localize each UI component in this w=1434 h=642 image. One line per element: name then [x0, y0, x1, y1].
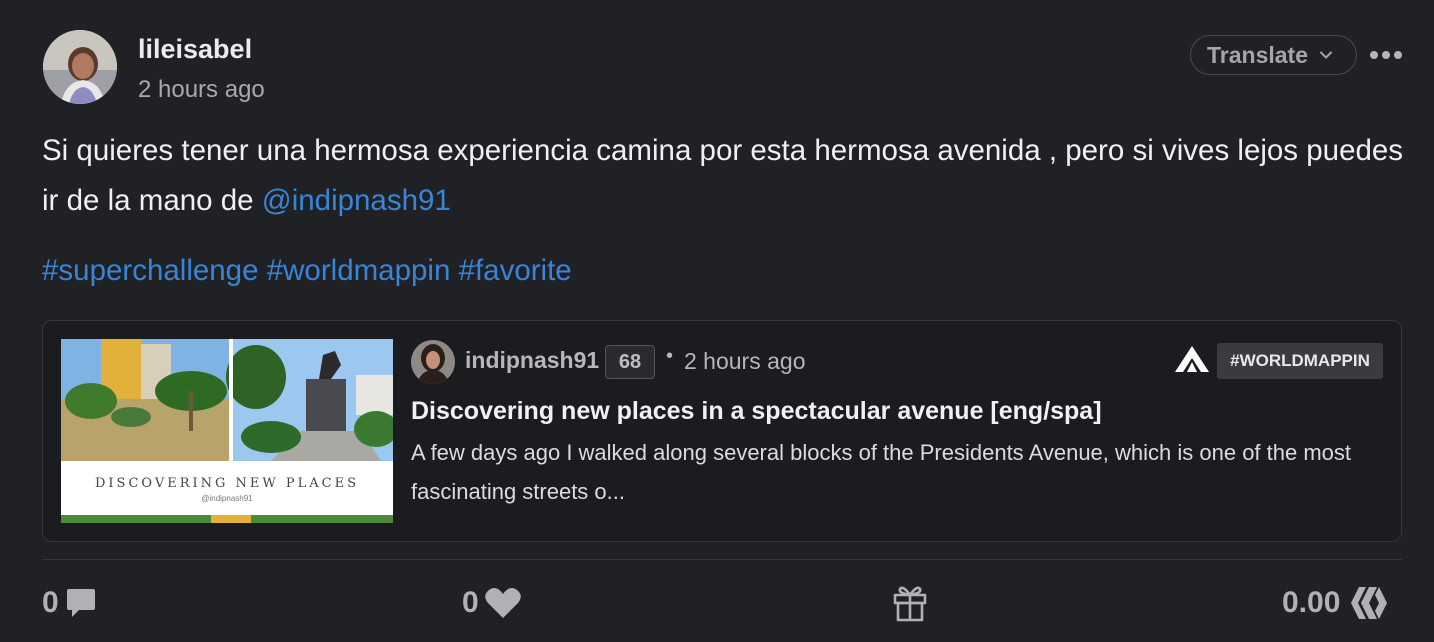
hashtag-link[interactable]: #favorite: [459, 254, 572, 287]
community-logo-icon: [1175, 346, 1209, 372]
gift-icon: [893, 586, 927, 622]
linked-post-thumbnail: DISCOVERING NEW PLACES @indipnash91: [61, 339, 393, 523]
comment-icon: [66, 589, 95, 617]
comments-button[interactable]: 0: [42, 583, 99, 623]
upvote-button[interactable]: 0: [462, 583, 523, 623]
hive-icon: [1351, 587, 1388, 619]
author-name[interactable]: lileisabel: [138, 34, 252, 65]
linked-post-title[interactable]: Discovering new places in a spectacular …: [411, 397, 1102, 426]
footer-divider: [42, 559, 1402, 560]
payout-button[interactable]: 0.00: [1282, 583, 1388, 623]
comments-count: 0: [42, 586, 59, 619]
thumbnail-handle: @indipnash91: [201, 494, 253, 503]
chevron-down-icon: [1320, 51, 1332, 59]
payout-value: 0.00: [1282, 586, 1341, 619]
hashtag-link[interactable]: #superchallenge: [42, 254, 259, 287]
linked-author-name[interactable]: indipnash91: [465, 347, 599, 374]
author-avatar[interactable]: [43, 30, 117, 104]
post-timestamp: 2 hours ago: [138, 76, 265, 103]
heart-icon: [484, 588, 521, 618]
hashtag-link[interactable]: #worldmappin: [267, 254, 451, 287]
post-text: Si quieres tener una hermosa experiencia…: [42, 134, 1404, 217]
separator-dot: •: [666, 345, 674, 367]
linked-post-card[interactable]: DISCOVERING NEW PLACES @indipnash91 indi…: [42, 320, 1402, 542]
linked-post-timestamp: 2 hours ago: [684, 348, 806, 374]
post-container: lileisabel 2 hours ago Translate Si quie…: [0, 0, 1434, 642]
translate-button[interactable]: Translate: [1190, 35, 1357, 75]
linked-post-excerpt: A few days ago I walked along several bl…: [411, 440, 1352, 504]
reputation-badge: 68: [605, 345, 655, 379]
linked-author-avatar[interactable]: [411, 340, 455, 384]
more-options-icon[interactable]: [1370, 44, 1402, 66]
user-mention-link[interactable]: @indipnash91: [262, 184, 451, 217]
translate-label: Translate: [1207, 41, 1308, 68]
thumbnail-caption: DISCOVERING NEW PLACES: [95, 476, 359, 491]
hashtag-list: #superchallenge #worldmappin #favorite: [42, 248, 572, 294]
community-tag[interactable]: #WORLDMAPPIN: [1217, 343, 1383, 379]
post-body: Si quieres tener una hermosa experiencia…: [42, 126, 1412, 226]
votes-count: 0: [462, 586, 479, 619]
gift-button[interactable]: [892, 583, 928, 623]
